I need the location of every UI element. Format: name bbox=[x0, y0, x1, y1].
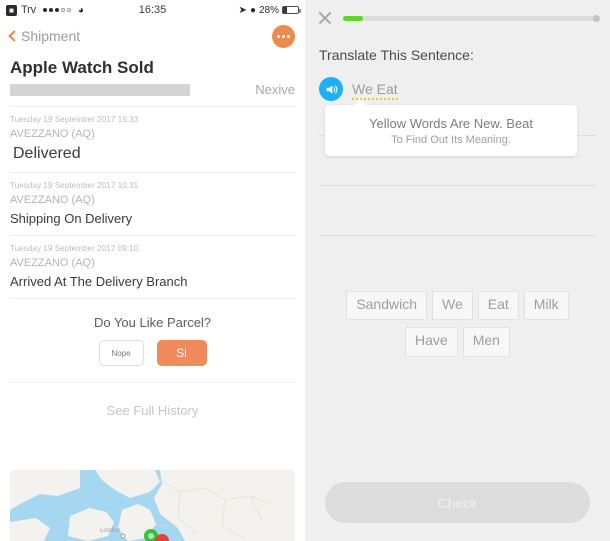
lesson-progress-fill bbox=[343, 15, 364, 21]
event-status: Shipping On Delivery bbox=[10, 211, 133, 226]
shipment-title: Apple Watch Sold bbox=[10, 58, 154, 77]
word-tile[interactable]: Men bbox=[462, 327, 510, 357]
chevron-left-icon bbox=[8, 30, 20, 42]
map-label-london: London bbox=[100, 528, 120, 534]
check-button[interactable]: Check bbox=[325, 482, 590, 523]
word-tile[interactable]: Sandwich bbox=[346, 291, 428, 321]
hint-tooltip: Yellow Words Are New. Beat To Find Out I… bbox=[325, 99, 577, 156]
feedback-question: Do You Like Parcel? bbox=[93, 315, 212, 330]
tooltip-line-1: Yellow Words Are New. Beat bbox=[368, 116, 534, 131]
lesson-prompt: Translate This Sentence: bbox=[319, 47, 474, 63]
event-status: Delivered bbox=[13, 145, 81, 162]
answer-line bbox=[319, 185, 596, 186]
tracking-event[interactable]: Tuesday 19 September 2017 09:10 AVEZZANO… bbox=[0, 236, 305, 289]
redacted-tracking-code bbox=[10, 83, 190, 96]
feedback-buttons: Nope Si bbox=[0, 340, 305, 366]
language-lesson-panel: Translate This Sentence: We Eat Yellow W… bbox=[305, 0, 610, 541]
shipment-map[interactable]: London bbox=[10, 470, 295, 541]
ellipsis-dot bbox=[277, 34, 280, 38]
tracking-event[interactable]: Tuesday 19 September 2017 15:33 AVEZZANO… bbox=[0, 107, 305, 163]
word-tile[interactable]: Eat bbox=[477, 291, 519, 321]
event-status: Arrived At The Delivery Branch bbox=[10, 274, 188, 289]
map-graphic: London bbox=[10, 470, 295, 541]
shipment-carrier-name: Nexive bbox=[255, 82, 295, 97]
word-tile[interactable]: Milk bbox=[523, 291, 569, 321]
navigation-bar: Shipment bbox=[0, 20, 305, 52]
speaker-glyph bbox=[326, 84, 337, 94]
event-location: AVEZZANO (AQ) bbox=[10, 128, 95, 140]
sentence-row: We Eat bbox=[305, 63, 610, 101]
tooltip-line-2: To Find Out Its Meaning. bbox=[391, 134, 511, 146]
word-bank: Sandwich We Eat Milk Have Men bbox=[305, 285, 610, 357]
close-icon[interactable] bbox=[317, 10, 333, 26]
feedback-section: Do You Like Parcel? Nope Si bbox=[0, 299, 305, 366]
event-location: AVEZZANO (AQ) bbox=[10, 257, 95, 269]
ios-status-bar: ■ Trv ◕ 16:35 ➤ ● 28% bbox=[0, 0, 305, 20]
event-timestamp: Tuesday 19 September 2017 10:31 bbox=[10, 181, 139, 190]
event-location: AVEZZANO (AQ) bbox=[10, 194, 95, 206]
shipment-tracking-panel: ■ Trv ◕ 16:35 ➤ ● 28% Shipment Apple Wat… bbox=[0, 0, 305, 541]
tracking-event[interactable]: Tuesday 19 September 2017 10:31 AVEZZANO… bbox=[0, 173, 305, 226]
feedback-yes-button[interactable]: Si bbox=[156, 340, 207, 366]
ellipsis-dot bbox=[287, 34, 290, 38]
event-timestamp: Tuesday 19 September 2017 09:10 bbox=[10, 244, 139, 253]
lesson-progress-knob bbox=[593, 14, 600, 22]
word-tile[interactable]: Have bbox=[405, 327, 458, 357]
battery-icon bbox=[282, 6, 301, 14]
back-button[interactable]: Shipment bbox=[8, 28, 81, 44]
lesson-progress-bar[interactable] bbox=[343, 14, 600, 22]
sentence-text-label: We Eat bbox=[352, 81, 398, 100]
word-bank-row: Sandwich We Eat Milk bbox=[319, 291, 596, 321]
lesson-header bbox=[305, 0, 610, 26]
dual-screenshot-root: ■ Trv ◕ 16:35 ➤ ● 28% Shipment Apple Wat… bbox=[0, 0, 610, 541]
speaker-icon[interactable] bbox=[319, 77, 343, 101]
answer-line bbox=[319, 235, 596, 236]
word-bank-row: Have Men bbox=[319, 327, 596, 357]
event-timestamp: Tuesday 19 September 2017 15:33 bbox=[10, 115, 139, 124]
more-options-button[interactable] bbox=[272, 24, 295, 48]
sentence-to-translate[interactable]: We Eat bbox=[352, 81, 398, 100]
see-full-history-link[interactable]: See Full History bbox=[0, 383, 305, 418]
status-bar-clock: 16:35 bbox=[138, 4, 167, 16]
word-tile[interactable]: We bbox=[432, 291, 473, 321]
feedback-no-button[interactable]: Nope bbox=[98, 340, 144, 366]
shipment-subheader: Nexive bbox=[0, 78, 305, 97]
ellipsis-dot bbox=[282, 34, 285, 38]
back-button-label: Shipment bbox=[21, 28, 81, 44]
